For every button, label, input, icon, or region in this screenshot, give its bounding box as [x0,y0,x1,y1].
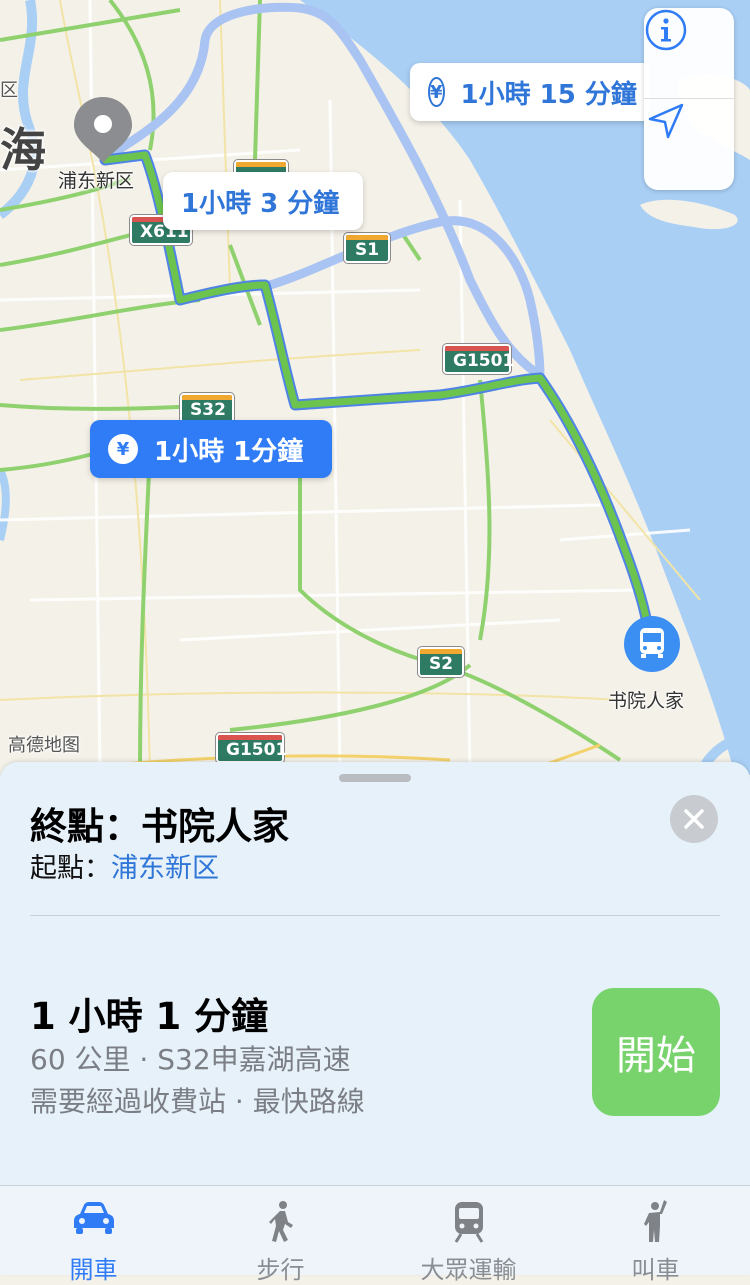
origin-prefix: 起點： [30,853,111,884]
map-label-origin[interactable]: 浦东新区 [58,166,134,193]
map-view[interactable]: 海 区 浦东新区 书院人家 高德地图 X611 S1 G1501 S32 S2 … [0,0,750,775]
start-button[interactable]: 開始 [592,988,720,1116]
shield-s32: S32 [180,393,234,423]
map-attribution: 高德地图 [8,735,80,756]
info-icon [645,9,687,51]
origin-link[interactable]: 浦东新区 [111,853,219,884]
destination-marker[interactable] [622,614,682,674]
route-callout-duration: 1小時 1分鐘 [154,436,304,467]
tab-drive[interactable]: 開車 [0,1186,187,1284]
locate-button[interactable] [644,99,734,189]
destination-prefix: 終點： [30,805,141,848]
tab-hail[interactable]: 叫車 [562,1186,749,1284]
car-icon [73,1202,114,1234]
origin-row: 起點：浦东新区 [30,846,219,885]
info-button[interactable] [644,8,734,98]
route-notes: 需要經過收費站 · 最快路線 [30,1085,365,1118]
shield-g1501-south: G1501 [216,733,287,763]
shield-s2: S2 [418,647,464,677]
map-label-shanghai: 海 [0,123,46,177]
tab-label: 步行 [256,1256,305,1284]
tab-label: 大眾運輸 [420,1256,517,1284]
hail-icon [643,1200,667,1242]
toll-yen-icon: ¥ [428,77,445,107]
sheet-divider [30,915,720,916]
close-button[interactable] [670,795,718,843]
tab-label: 叫車 [631,1256,680,1284]
sheet-grabber[interactable] [339,774,411,782]
tab-label: 開車 [69,1256,118,1284]
walk-icon [268,1201,293,1242]
bus-icon [624,616,680,672]
directions-sheet: 終點：书院人家 起點：浦东新区 1 小時 1 分鐘 60 公里 · S32申嘉湖… [0,762,750,1284]
map-label-district: 区 [0,80,18,101]
route-callout-alt-2[interactable]: 1小時 3 分鐘 [163,172,363,230]
map-pin-icon [74,97,132,163]
train-icon [454,1202,483,1243]
route-callout-alt-1[interactable]: ¥ 1小時 15 分鐘 [410,63,650,121]
route-duration: 1 小時 1 分鐘 [30,995,269,1038]
destination-name: 书院人家 [141,805,289,848]
tab-walk[interactable]: 步行 [187,1186,374,1284]
route-callout-duration: 1小時 3 分鐘 [181,188,340,219]
route-callout-main[interactable]: ¥ 1小時 1分鐘 [90,420,332,478]
route-distance-road: 60 公里 · S32申嘉湖高速 [30,1043,351,1076]
close-icon [684,809,704,829]
route-callout-duration: 1小時 15 分鐘 [460,79,637,110]
transport-tabbar: 開車 步行 大眾運輸 叫車 [0,1185,750,1284]
location-arrow-icon [648,103,684,139]
origin-pin[interactable] [72,95,134,165]
shield-s1: S1 [344,233,390,263]
toll-yen-icon: ¥ [108,434,138,464]
map-controls [644,8,734,190]
tab-transit[interactable]: 大眾運輸 [375,1186,562,1284]
destination-heading: 終點：书院人家 [30,796,289,850]
shield-g1501-north: G1501 [443,344,514,374]
map-label-destination[interactable]: 书院人家 [608,686,684,713]
